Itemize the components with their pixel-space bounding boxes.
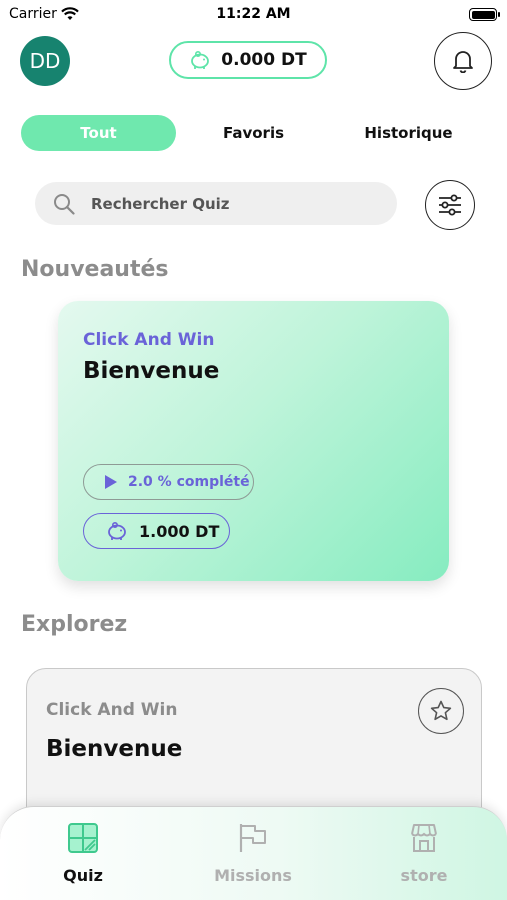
status-time: 11:22 AM <box>216 6 291 22</box>
piggy-bank-icon <box>191 50 210 69</box>
card-subtitle: Click And Win <box>83 330 215 350</box>
reward-value: 1.000 DT <box>139 521 220 541</box>
piggy-bank-icon <box>108 521 126 540</box>
search-input[interactable] <box>91 194 341 213</box>
nav-item-store[interactable]: store <box>364 822 484 885</box>
quiz-icon <box>68 823 98 853</box>
section-title-new: Nouveautés <box>21 257 169 282</box>
balance-value: 0.000 DT <box>221 50 307 70</box>
search-icon <box>54 193 75 215</box>
card-subtitle: Click And Win <box>46 700 178 720</box>
nav-item-missions[interactable]: Missions <box>193 822 313 885</box>
card-title: Bienvenue <box>83 358 220 384</box>
filter-button[interactable] <box>425 180 475 230</box>
star-icon <box>430 700 452 721</box>
progress-pill: 2.0 % complété <box>83 464 254 500</box>
nav-label-store: store <box>400 866 448 885</box>
tab-historique[interactable]: Historique <box>331 115 486 151</box>
store-icon <box>411 824 437 852</box>
nav-label-quiz: Quiz <box>63 866 103 885</box>
reward-pill: 1.000 DT <box>83 513 230 549</box>
flag-icon <box>239 824 266 852</box>
section-title-explore: Explorez <box>21 612 128 637</box>
tab-favoris[interactable]: Favoris <box>176 115 331 151</box>
nav-label-missions: Missions <box>214 866 292 885</box>
status-bar: Carrier 11:22 AM <box>0 0 507 28</box>
card-title: Bienvenue <box>46 736 183 762</box>
avatar[interactable]: DD <box>20 36 70 86</box>
nav-item-quiz[interactable]: Quiz <box>23 822 143 885</box>
search-bar[interactable] <box>35 182 397 225</box>
quiz-tabs: Tout Favoris Historique <box>0 115 507 151</box>
tab-tout[interactable]: Tout <box>21 115 176 151</box>
battery-icon <box>469 8 500 21</box>
bottom-navigation: Quiz Missions store <box>0 806 507 900</box>
progress-text: 2.0 % complété <box>128 474 250 490</box>
favorite-button[interactable] <box>418 688 464 734</box>
balance-pill[interactable]: 0.000 DT <box>169 41 327 79</box>
notifications-button[interactable] <box>434 32 492 90</box>
bell-icon <box>453 51 473 73</box>
play-icon <box>105 475 117 489</box>
sliders-icon <box>439 194 461 216</box>
featured-quiz-card[interactable]: Click And Win Bienvenue 2.0 % complété 1… <box>58 301 449 581</box>
